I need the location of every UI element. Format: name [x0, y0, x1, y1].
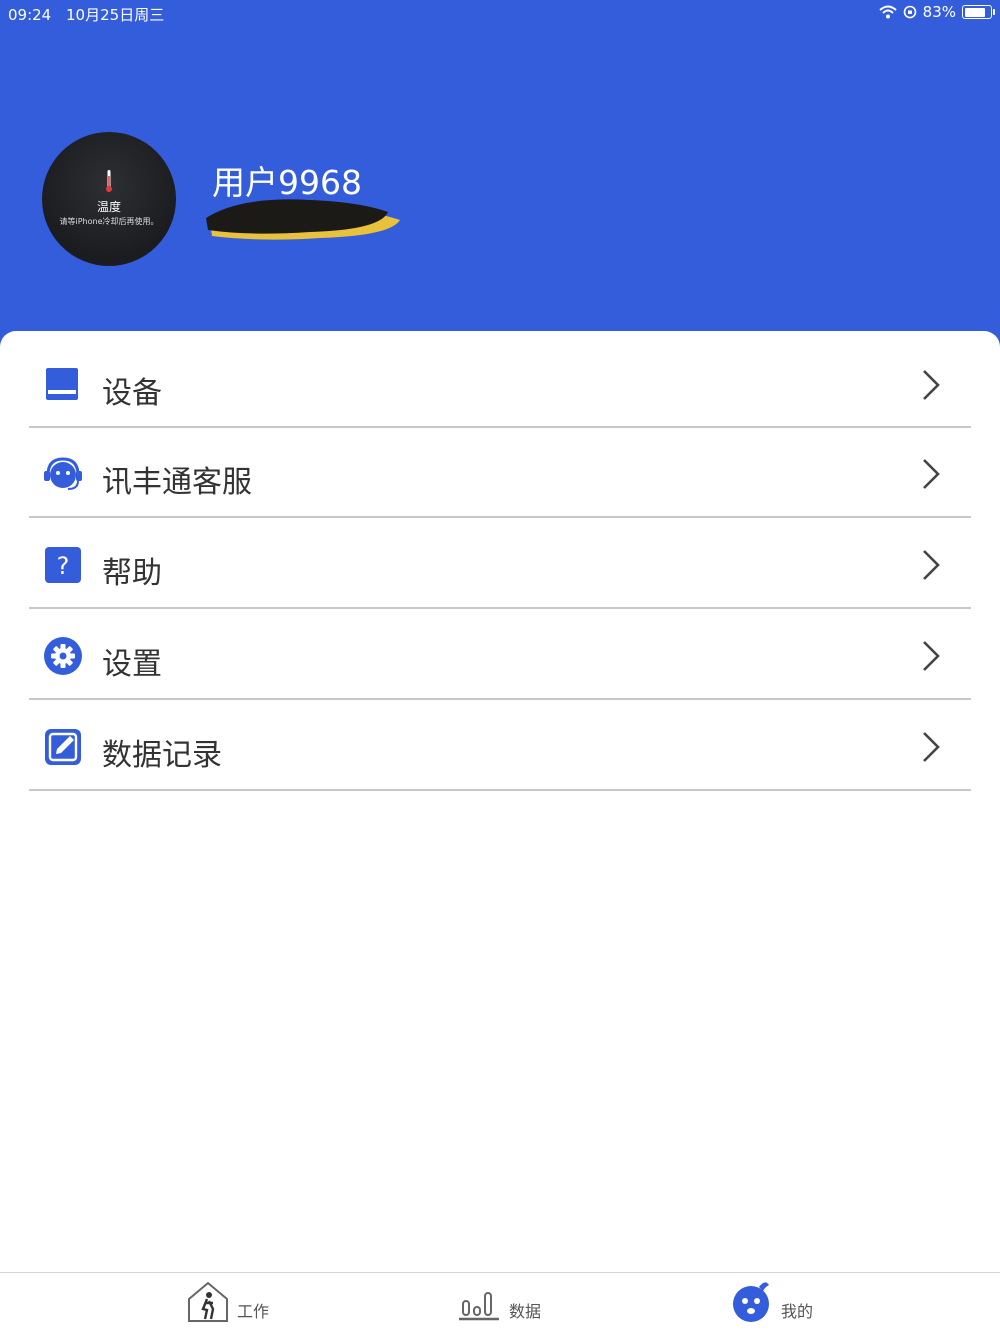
- thermometer-icon: [106, 170, 112, 192]
- menu-label-data-record: 数据记录: [102, 738, 222, 773]
- device-icon: [46, 368, 78, 400]
- divider: [29, 516, 971, 518]
- divider: [29, 698, 971, 700]
- divider: [29, 607, 971, 609]
- tab-profile[interactable]: 我的: [729, 1273, 839, 1334]
- battery-percent: 83%: [922, 3, 956, 21]
- orientation-lock-icon: [903, 5, 916, 19]
- menu-item-data-record[interactable]: 数据记录: [0, 701, 1000, 791]
- battery-icon: [962, 5, 995, 19]
- menu-sheet: 设备 讯丰通客服 ? 帮助 设置 数据记录: [0, 331, 1000, 1273]
- tab-label-work: 工作: [237, 1302, 270, 1321]
- customer-service-icon: [44, 457, 82, 490]
- tab-label-data: 数据: [509, 1302, 542, 1321]
- wifi-icon: [878, 5, 897, 19]
- tab-data[interactable]: 数据: [457, 1273, 567, 1334]
- status-date: 10月25日周三: [66, 6, 165, 24]
- chevron-right-icon: [923, 641, 940, 671]
- avatar-subtitle: 请等iPhone冷却后再使用。: [59, 217, 159, 226]
- chevron-right-icon: [923, 732, 940, 762]
- chevron-right-icon: [923, 550, 940, 580]
- profile-face-icon: [733, 1282, 769, 1322]
- avatar-title: 温度: [96, 200, 121, 214]
- redacted-scribble: [206, 199, 400, 240]
- status-bar: 09:24 10月25日周三 83%: [0, 0, 1000, 26]
- menu-item-help[interactable]: ? 帮助: [0, 519, 1000, 609]
- tab-work[interactable]: 工作: [185, 1273, 295, 1334]
- tab-bar: 工作 数据 我的: [0, 1272, 1000, 1334]
- profile-header: 09:24 10月25日周三 83% 温度 请等iPhone冷却后再使用。 用户…: [0, 0, 1000, 360]
- data-chart-icon: [459, 1292, 499, 1321]
- edit-record-icon: [45, 729, 81, 765]
- work-house-icon: [188, 1281, 228, 1322]
- chevron-right-icon: [923, 370, 940, 400]
- help-icon: ?: [45, 547, 81, 583]
- svg-text:?: ?: [57, 552, 70, 580]
- avatar[interactable]: 温度 请等iPhone冷却后再使用。: [42, 132, 176, 266]
- menu-item-settings[interactable]: 设置: [0, 610, 1000, 700]
- tab-label-profile: 我的: [781, 1302, 814, 1321]
- menu-label-help: 帮助: [102, 556, 162, 591]
- status-time: 09:24: [8, 6, 52, 24]
- settings-gear-icon: [44, 637, 82, 675]
- menu-label-settings: 设置: [102, 647, 162, 682]
- chevron-right-icon: [923, 459, 940, 489]
- menu-label-device: 设备: [102, 376, 162, 411]
- menu-item-device[interactable]: 设备: [0, 339, 1000, 429]
- divider: [29, 789, 971, 791]
- menu-label-customer-service: 讯丰通客服: [102, 465, 252, 500]
- menu-item-customer-service[interactable]: 讯丰通客服: [0, 428, 1000, 518]
